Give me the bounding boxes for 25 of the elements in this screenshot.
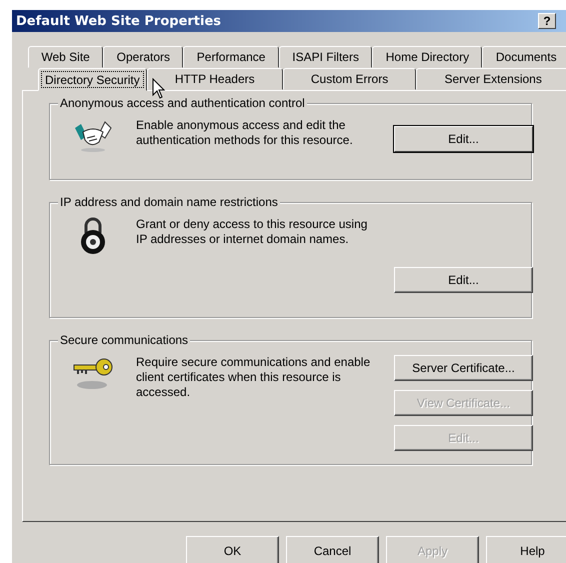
padlock-icon	[79, 217, 107, 255]
tab[interactable]: Home Directory	[372, 46, 482, 68]
group-title: Anonymous access and authentication control	[58, 96, 307, 110]
tab[interactable]: Web Site	[28, 46, 104, 68]
tab[interactable]: ISAPI Filters	[278, 46, 372, 68]
tab[interactable]: Custom Errors	[282, 68, 416, 90]
tab[interactable]: Documents	[482, 46, 566, 68]
tab[interactable]: Operators	[103, 46, 184, 68]
tab[interactable]: Performance	[183, 46, 279, 68]
window-title: Default Web Site Properties	[16, 14, 222, 28]
dialog-button[interactable]: OK	[186, 536, 279, 563]
tab[interactable]: Directory Security	[38, 68, 147, 91]
help-button[interactable]: ?	[538, 13, 556, 29]
group-title: Secure communications	[58, 333, 190, 347]
tab[interactable]: HTTP Headers	[146, 68, 283, 90]
edit-button[interactable]: Edit...	[394, 267, 533, 293]
edit-button[interactable]: Edit...	[394, 126, 533, 152]
description-text: Require secure communications and enable client certificates when this resource is accessed.	[136, 355, 372, 401]
description-text: Grant or deny access to this resource using IP addresses or internet domain names.	[136, 217, 368, 248]
edit-button[interactable]: Server Certificate...	[394, 355, 533, 381]
dialog-button[interactable]: Help	[486, 536, 566, 563]
tab[interactable]: Server Extensions	[416, 68, 566, 90]
description-text: Enable anonymous access and edit the authentication methods for this resource.	[136, 118, 354, 149]
dialog-button[interactable]: Cancel	[286, 536, 379, 563]
group-title: IP address and domain name restrictions	[58, 195, 280, 209]
